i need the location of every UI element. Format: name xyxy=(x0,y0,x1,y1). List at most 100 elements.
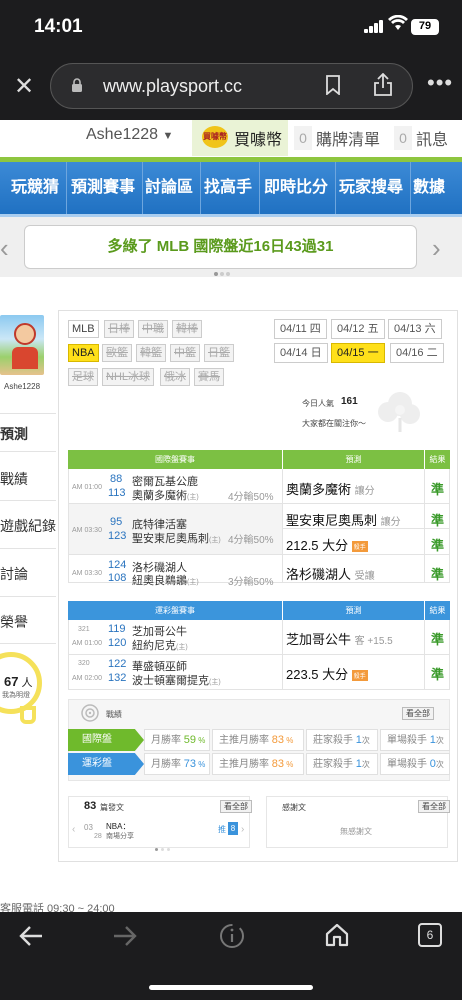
home-team[interactable]: 聖安東尼奧馬刺(主) xyxy=(132,530,221,546)
result-mark: 準 xyxy=(431,482,445,497)
divider xyxy=(0,413,56,414)
divider xyxy=(0,643,56,644)
result-mark: 準 xyxy=(431,513,445,528)
divider xyxy=(68,554,450,555)
prediction-pick: 芝加哥公牛 客 +15.5 xyxy=(286,632,393,647)
sport-tab-cn-basketball[interactable]: 中籃 xyxy=(170,344,200,362)
home-team[interactable]: 波士頓塞爾提克(主) xyxy=(132,672,221,688)
forward-icon[interactable] xyxy=(112,924,138,953)
posts-view-all-button[interactable]: 看全部 xyxy=(220,800,252,813)
away-number: 122 xyxy=(108,658,127,670)
sport-tab-kbo[interactable]: 韓棒 xyxy=(172,320,202,338)
sidebar-item-discuss[interactable]: 討論 xyxy=(0,564,56,584)
cart-link[interactable]: 0 購牌清單 xyxy=(294,120,384,156)
avatar[interactable] xyxy=(0,315,44,375)
intl-table-header-result: 結果 xyxy=(424,450,450,469)
game-code: 320 xyxy=(78,660,90,667)
nav-item-live-score[interactable]: 即時比分 xyxy=(257,162,337,214)
thanks-view-all-button[interactable]: 看全部 xyxy=(418,800,450,813)
status-bar: 14:01 79 xyxy=(0,0,462,52)
lock-icon xyxy=(71,78,83,98)
divider xyxy=(282,528,450,529)
sport-tab-kr-basketball[interactable]: 韓籃 xyxy=(136,344,166,362)
sparkle-info-icon[interactable] xyxy=(218,922,246,955)
more-icon[interactable]: ••• xyxy=(427,70,453,96)
sidebar-item-predict[interactable]: 預測 xyxy=(0,424,56,444)
popularity-caption: 大家都在關注你～ xyxy=(302,419,366,428)
intl-table-header-pick: 預測 xyxy=(282,450,424,469)
sport-tab-soccer[interactable]: 足球 xyxy=(68,368,98,386)
nav-item-predict[interactable]: 預測賽事 xyxy=(64,162,144,214)
home-number: 120 xyxy=(108,637,127,649)
tabs-button[interactable]: 6 xyxy=(418,923,442,947)
posts-title: 篇發文 xyxy=(100,803,124,812)
post-prev-arrow[interactable]: ‹ xyxy=(72,824,75,835)
signal-icon xyxy=(364,20,384,33)
banner-prev-arrow[interactable]: ‹ xyxy=(0,233,9,264)
banner-next-arrow[interactable]: › xyxy=(432,233,441,264)
sport-tab-npb[interactable]: 日棒 xyxy=(104,320,134,338)
sport-tab-horse-racing[interactable]: 賽馬 xyxy=(194,368,224,386)
sidebar-item-honor[interactable]: 榮譽 xyxy=(0,612,56,632)
carousel-dot xyxy=(161,848,164,851)
push-label: 推 xyxy=(218,825,226,834)
bookmark-icon[interactable] xyxy=(325,75,341,100)
date-tab[interactable]: 04/14 日 xyxy=(274,343,328,363)
sport-tab-nhl[interactable]: NHL冰球 xyxy=(102,368,155,386)
profile-sidebar xyxy=(0,305,56,885)
home-team[interactable]: 紐約尼克(主) xyxy=(132,637,188,653)
date-tab[interactable]: 04/16 二 xyxy=(390,343,444,363)
sidebar-item-game-log[interactable]: 遊戲紀錄 xyxy=(0,516,56,536)
sport-tab-nba[interactable]: NBA xyxy=(68,344,99,362)
post-next-arrow[interactable]: › xyxy=(241,824,244,835)
sport-tab-eu-basketball[interactable]: 歐籃 xyxy=(102,344,132,362)
game-time: AM 03:30 xyxy=(72,570,102,577)
nav-item-forum[interactable]: 討論區 xyxy=(138,162,202,214)
home-icon[interactable] xyxy=(324,922,350,953)
nav-item-play[interactable]: 玩競猜 xyxy=(4,162,68,214)
nav-item-experts[interactable]: 找高手 xyxy=(197,162,261,214)
buy-coin-button[interactable]: 買噱幣 買噱幣 xyxy=(192,120,288,156)
sport-tab-khl[interactable]: 俄冰 xyxy=(160,368,190,386)
address-bar[interactable]: www.playsport.cc xyxy=(50,63,413,109)
message-link[interactable]: 0 訊息 xyxy=(394,120,454,156)
game-time: AM 02:00 xyxy=(72,675,102,682)
record-monthly: 月勝率 73 % xyxy=(144,753,210,775)
post-title[interactable]: 南場分享 xyxy=(106,831,134,841)
record-title: 戰績 xyxy=(106,710,122,719)
thanks-empty: 無感謝文 xyxy=(340,827,372,836)
announcement-banner[interactable]: 多綠了 MLB 國際盤近16日43過31 xyxy=(24,225,417,269)
status-time: 14:01 xyxy=(34,16,83,37)
prediction-pick: 212.5 大分 殺手 xyxy=(286,538,368,553)
prediction-pick: 奧蘭多魔術 讓分 xyxy=(286,482,375,497)
divider xyxy=(424,469,425,583)
sidebar-item-record[interactable]: 戰績 xyxy=(0,469,56,489)
sport-tab-jp-basketball[interactable]: 日籃 xyxy=(204,344,234,362)
home-number: 108 xyxy=(108,572,127,584)
home-team[interactable]: 奧蘭多魔術(主) xyxy=(132,487,199,503)
buy-coin-label: 買噱幣 xyxy=(234,132,283,149)
share-icon[interactable] xyxy=(373,72,393,102)
nav-item-data[interactable]: 數據 xyxy=(406,162,452,214)
record-killer: 莊家殺手 1次 xyxy=(306,729,378,751)
date-tab-selected[interactable]: 04/15 一 xyxy=(331,343,385,363)
user-menu[interactable]: Ashe1228 ▼ xyxy=(86,126,173,144)
sport-tab-cpbl[interactable]: 中職 xyxy=(138,320,168,338)
sport-tab-mlb[interactable]: MLB xyxy=(68,320,99,338)
record-view-all-button[interactable]: 看全部 xyxy=(402,707,434,720)
close-icon[interactable]: ✕ xyxy=(14,72,34,101)
nav-item-player-search[interactable]: 玩家搜尋 xyxy=(332,162,412,214)
url-text: www.playsport.cc xyxy=(103,76,243,96)
date-tab[interactable]: 04/13 六 xyxy=(388,319,442,339)
date-tab[interactable]: 04/12 五 xyxy=(331,319,385,339)
home-team[interactable]: 紐奧良鵜鶘(主) xyxy=(132,572,199,588)
handicap-odds: 3分輸50% xyxy=(228,577,274,588)
result-mark: 準 xyxy=(431,632,445,647)
date-tab[interactable]: 04/11 四 xyxy=(274,319,327,339)
sports-table-header-event: 運彩盤賽事 xyxy=(68,601,282,620)
record-monthly: 月勝率 59 % xyxy=(144,729,210,751)
thanks-title: 感謝文 xyxy=(282,803,306,812)
popularity-caption: 我為明燈 xyxy=(2,692,30,699)
back-icon[interactable] xyxy=(18,924,44,953)
prediction-pick: 223.5 大分 殺手 xyxy=(286,667,368,682)
